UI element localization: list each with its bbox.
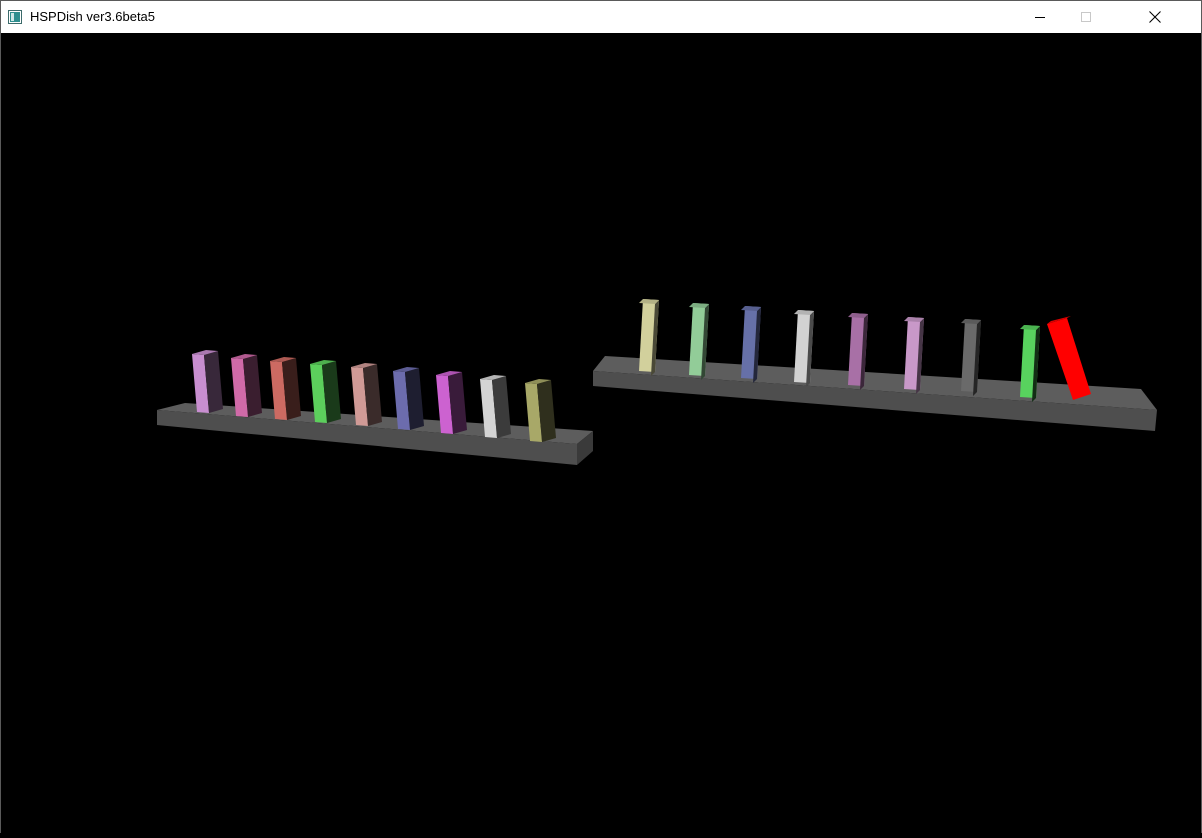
domino-left-8 (480, 375, 511, 438)
app-window-icon[interactable] (8, 10, 22, 24)
app-window: HSPDish ver3.6beta5 (0, 0, 1202, 833)
render-viewport[interactable] (1, 33, 1201, 833)
window-title: HSPDish ver3.6beta5 (30, 9, 156, 24)
maximize-button[interactable] (1063, 1, 1109, 33)
domino-left-7 (436, 371, 467, 434)
domino-left-1 (192, 350, 223, 413)
title-bar[interactable]: HSPDish ver3.6beta5 (1, 1, 1201, 33)
maximize-icon (1081, 12, 1091, 22)
domino-left-6 (393, 367, 424, 430)
domino-left-4 (310, 360, 341, 423)
domino-left-3 (270, 357, 301, 420)
close-icon (1117, 11, 1193, 23)
domino-left-9 (525, 379, 556, 442)
close-button[interactable] (1109, 1, 1201, 33)
minimize-icon (1035, 12, 1045, 22)
minimize-button[interactable] (1017, 1, 1063, 33)
3d-scene (157, 299, 1157, 465)
domino-left-5 (351, 363, 382, 426)
domino-left-2 (231, 354, 262, 417)
